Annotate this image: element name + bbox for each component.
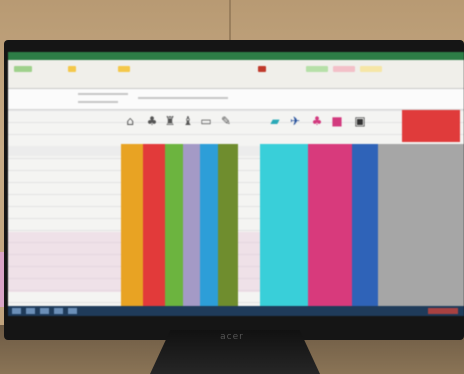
ribbon-toolbar[interactable] bbox=[8, 60, 464, 89]
red-header-block bbox=[402, 110, 460, 142]
ribbon-item[interactable] bbox=[118, 66, 130, 72]
column-cyan[interactable] bbox=[260, 144, 308, 306]
taskbar-button[interactable] bbox=[68, 308, 77, 314]
column-green[interactable] bbox=[165, 144, 183, 306]
taskbar[interactable] bbox=[8, 306, 464, 316]
bike-icon: ♣ bbox=[311, 114, 323, 128]
column-royal-blue[interactable] bbox=[352, 144, 378, 306]
column-blue[interactable] bbox=[200, 144, 218, 306]
taskbar-button[interactable] bbox=[54, 308, 63, 314]
monitor-logo: acer bbox=[220, 332, 244, 342]
grill-icon: ▭ bbox=[200, 114, 212, 128]
spreadsheet-screen: ⌂ ♣ ♜ ♝ ▭ ✎ ▰ ✈ ♣ ■ ▣ bbox=[8, 52, 464, 316]
column-orange[interactable] bbox=[121, 144, 143, 306]
taskbar-button[interactable] bbox=[26, 308, 35, 314]
ribbon-item[interactable] bbox=[333, 66, 355, 72]
mower-icon: ♜ bbox=[164, 114, 176, 128]
house-icon: ⌂ bbox=[126, 114, 134, 128]
suitcase-icon: ■ bbox=[331, 114, 343, 128]
column-lavender[interactable] bbox=[183, 144, 200, 306]
ribbon-item[interactable] bbox=[258, 66, 266, 72]
start-button[interactable] bbox=[12, 308, 21, 314]
chair-icon: ♝ bbox=[182, 114, 194, 128]
ribbon-item[interactable] bbox=[306, 66, 328, 72]
ribbon-item[interactable] bbox=[68, 66, 76, 72]
ribbon-item[interactable] bbox=[14, 66, 32, 72]
plane-icon: ✈ bbox=[289, 114, 301, 128]
column-olive[interactable] bbox=[218, 144, 238, 306]
taskbar-button[interactable] bbox=[40, 308, 49, 314]
brush-icon: ✎ bbox=[220, 114, 232, 128]
column-magenta[interactable] bbox=[308, 144, 352, 306]
column-red[interactable] bbox=[143, 144, 165, 306]
ribbon-item[interactable] bbox=[360, 66, 382, 72]
system-tray[interactable] bbox=[428, 308, 458, 314]
tree-icon: ♣ bbox=[146, 114, 158, 128]
formula-area bbox=[8, 89, 464, 110]
title-bar bbox=[8, 52, 464, 60]
column-gray[interactable] bbox=[378, 144, 464, 306]
wall-seam bbox=[229, 0, 231, 40]
boat-icon: ▰ bbox=[270, 114, 280, 128]
printer-icon: ▣ bbox=[354, 114, 366, 128]
